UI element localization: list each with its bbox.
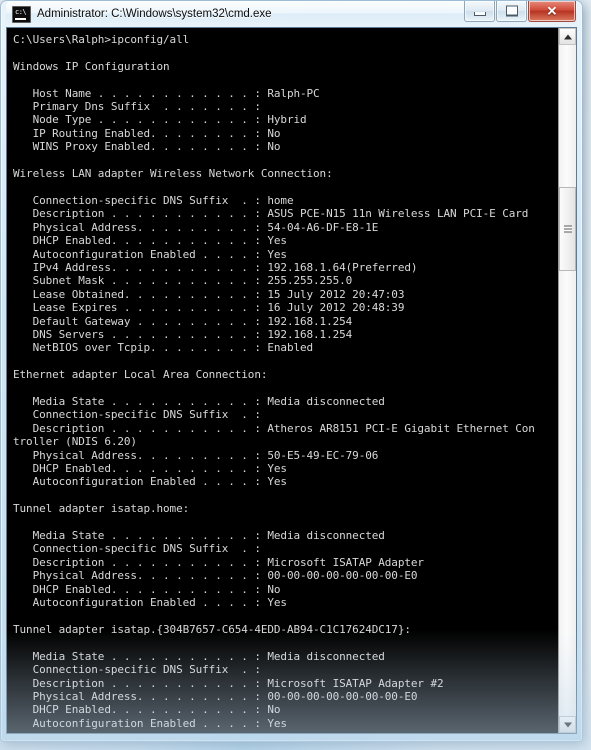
chevron-down-icon — [563, 722, 572, 727]
window-client-area: C:\Users\Ralph>ipconfig/all Windows IP C… — [6, 27, 577, 734]
window-title: Administrator: C:\Windows\system32\cmd.e… — [37, 8, 272, 20]
minimize-icon — [473, 12, 486, 16]
close-icon: ✕ — [546, 3, 558, 19]
window-controls: ✕ — [463, 1, 576, 22]
console-text: C:\Users\Ralph>ipconfig/all Windows IP C… — [13, 33, 535, 730]
console-icon-bar — [15, 17, 26, 20]
chevron-up-icon — [563, 34, 572, 39]
console-output-area[interactable]: C:\Users\Ralph>ipconfig/all Windows IP C… — [7, 28, 558, 733]
close-button[interactable]: ✕ — [528, 1, 576, 22]
desktop-background: c:\ Administrator: C:\Windows\system32\c… — [0, 0, 591, 750]
command-prompt-window: c:\ Administrator: C:\Windows\system32\c… — [0, 0, 583, 742]
scrollbar-thumb[interactable] — [559, 187, 576, 271]
window-title-bar[interactable]: c:\ Administrator: C:\Windows\system32\c… — [6, 1, 577, 27]
scroll-up-button[interactable] — [559, 28, 576, 45]
scroll-down-button[interactable] — [559, 716, 576, 733]
console-icon: c:\ — [12, 5, 31, 23]
minimize-button[interactable] — [464, 1, 495, 22]
console-icon-glyph: c:\ — [15, 7, 27, 16]
scrollbar-grip-icon — [563, 225, 572, 233]
scrollbar-track[interactable] — [559, 45, 576, 716]
maximize-icon — [505, 5, 518, 17]
vertical-scrollbar[interactable] — [558, 28, 576, 733]
maximize-button[interactable] — [496, 1, 527, 22]
